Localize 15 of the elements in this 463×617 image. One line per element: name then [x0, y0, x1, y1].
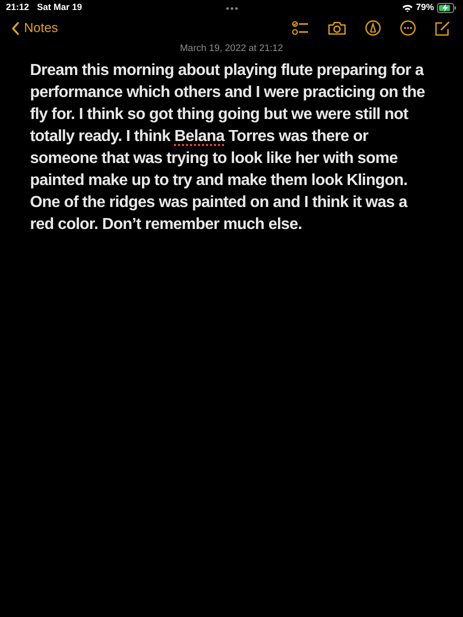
note-text[interactable]: Dream this morning about playing flute preparing for a performance which others and I were practicing on the fly for. I think so got thing going but we were still not totally ready. I think Belana Torres was there or someone that was trying to look like her with some painted make up to try and make them look Klingon. One of the ridges was painted on and I think it was a red color. Don’t remember much else. [30, 60, 430, 236]
status-date: Sat Mar 19 [37, 1, 82, 14]
chevron-left-icon [12, 22, 19, 34]
checklist-icon[interactable] [292, 20, 309, 36]
pen-tip-icon[interactable] [365, 20, 381, 36]
wifi-icon [402, 4, 413, 12]
status-time: 21:12 [6, 1, 30, 14]
note-timestamp: March 19, 2022 at 21:12 [180, 42, 283, 56]
back-button[interactable]: Notes [12, 18, 58, 38]
battery-charging-icon [437, 3, 457, 13]
battery-percentage: 79% [416, 1, 434, 14]
compose-icon[interactable] [435, 20, 450, 36]
multitasking-dots-icon [226, 6, 238, 10]
camera-icon[interactable] [328, 21, 346, 35]
more-icon[interactable] [400, 20, 416, 36]
